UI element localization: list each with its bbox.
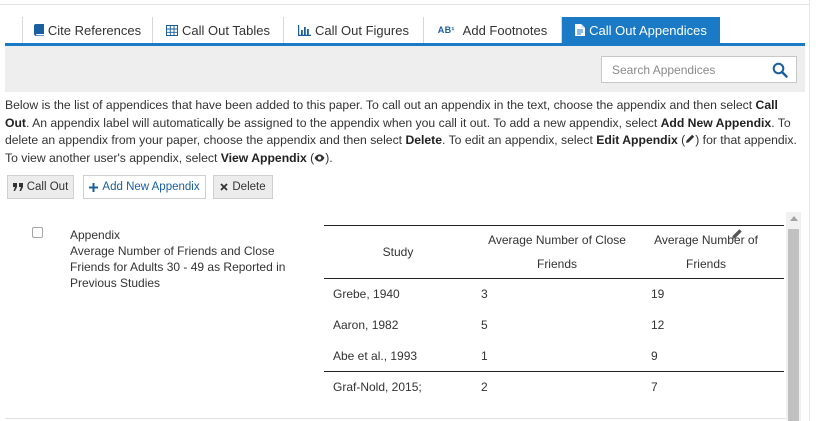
bottom-divider bbox=[5, 418, 786, 419]
call-out-button[interactable]: Call Out bbox=[7, 175, 74, 199]
add-new-appendix-button[interactable]: Add New Appendix bbox=[83, 175, 206, 199]
table-cell: 1 bbox=[481, 348, 488, 363]
table-cell: 7 bbox=[642, 371, 784, 403]
instructions-part: . To edit an appendix, select bbox=[442, 133, 597, 147]
tab-call-out-tables[interactable]: Call Out Tables bbox=[153, 17, 284, 43]
appendix-title[interactable]: Appendix Average Number of Friends and C… bbox=[70, 227, 310, 291]
quote-icon bbox=[12, 183, 23, 191]
appendix-title-text: Average Number of Friends and Close Frie… bbox=[70, 244, 286, 290]
table-cell: 5 bbox=[481, 318, 488, 332]
tab-label: Call Out Figures bbox=[315, 22, 409, 38]
instructions-part: . An appendix label will automatically b… bbox=[25, 115, 661, 130]
close-icon bbox=[220, 183, 229, 191]
call-out-label: Call Out bbox=[26, 181, 69, 193]
table-cell: Grebe, 1940 bbox=[333, 287, 400, 302]
table-cell: Aaron, 1982 bbox=[333, 318, 399, 332]
search-input[interactable] bbox=[602, 57, 762, 82]
table-icon bbox=[166, 24, 179, 36]
table-cell: 12 bbox=[651, 318, 665, 332]
tab-label: Call Out Appendices bbox=[589, 22, 707, 38]
add-new-appendix-label: Add New Appendix bbox=[102, 181, 200, 193]
table-row: Aaron, 1982 5 12 bbox=[324, 310, 784, 341]
table-cell: 3 bbox=[481, 287, 488, 302]
table-cell: 19 bbox=[651, 287, 665, 302]
tab-bar: Cite References Call Out Tables Call Out… bbox=[5, 17, 805, 46]
book-icon bbox=[33, 24, 44, 36]
column-header-study: Study bbox=[324, 225, 472, 279]
search-box bbox=[601, 56, 797, 83]
document-icon bbox=[575, 24, 586, 36]
tab-call-out-appendices[interactable]: Call Out Appendices bbox=[562, 17, 720, 43]
bar-chart-icon bbox=[298, 24, 312, 36]
tab-add-footnotes[interactable]: AB¹ Add Footnotes bbox=[424, 17, 562, 43]
instructions-bold: View Appendix bbox=[220, 150, 307, 165]
tab-call-out-figures[interactable]: Call Out Figures bbox=[284, 17, 424, 43]
tab-label: Call Out Tables bbox=[182, 22, 270, 38]
table-row: Abe et al., 1993 1 9 bbox=[324, 341, 784, 372]
table-cell: 9 bbox=[651, 348, 658, 363]
scroll-up-arrow-icon[interactable] bbox=[786, 215, 801, 225]
appendix-list: Appendix Average Number of Friends and C… bbox=[5, 212, 806, 421]
tab-cite-references[interactable]: Cite References bbox=[22, 17, 153, 43]
appendix-label: Appendix bbox=[70, 228, 121, 242]
table-cell: Abe et al., 1993 bbox=[333, 348, 418, 363]
instructions-part: . bbox=[329, 150, 333, 165]
column-header-close-friends: Average Number of Close Friends bbox=[472, 225, 642, 279]
pencil-icon bbox=[685, 133, 695, 147]
instructions-part: Below is the list of appendices that hav… bbox=[5, 98, 756, 112]
instructions-bold: Edit Appendix bbox=[596, 133, 678, 147]
column-header-friends: Average Number of Friends bbox=[642, 225, 784, 279]
top-divider bbox=[0, 0, 810, 5]
instructions-text: Below is the list of appendices that hav… bbox=[5, 98, 797, 165]
instructions-bold: Delete bbox=[405, 133, 443, 147]
table-row: Graf-Nold, 2015; 2 7 bbox=[324, 371, 784, 403]
plus-icon bbox=[89, 182, 99, 192]
appendix-checkbox[interactable] bbox=[32, 227, 43, 238]
search-icon[interactable] bbox=[772, 62, 788, 78]
edit-appendix-pencil-icon[interactable] bbox=[731, 228, 743, 240]
right-divider bbox=[809, 0, 810, 421]
tab-label: Add Footnotes bbox=[462, 22, 548, 38]
footnote-icon: AB¹ bbox=[437, 25, 455, 35]
search-panel bbox=[5, 46, 805, 92]
appendix-table: Study Average Number of Close Friends Av… bbox=[324, 225, 784, 403]
delete-label: Delete bbox=[232, 181, 266, 193]
delete-button[interactable]: Delete bbox=[213, 175, 273, 199]
instructions-bold: Add New Appendix bbox=[660, 115, 772, 130]
eye-icon bbox=[314, 151, 325, 165]
scrollbar[interactable] bbox=[786, 212, 801, 421]
table-row: Grebe, 1940 3 19 bbox=[324, 279, 784, 310]
table-cell: 2 bbox=[472, 371, 642, 403]
scrollbar-thumb[interactable] bbox=[788, 229, 799, 421]
table-cell: Graf-Nold, 2015; bbox=[324, 371, 472, 403]
tab-label: Cite References bbox=[47, 22, 142, 38]
